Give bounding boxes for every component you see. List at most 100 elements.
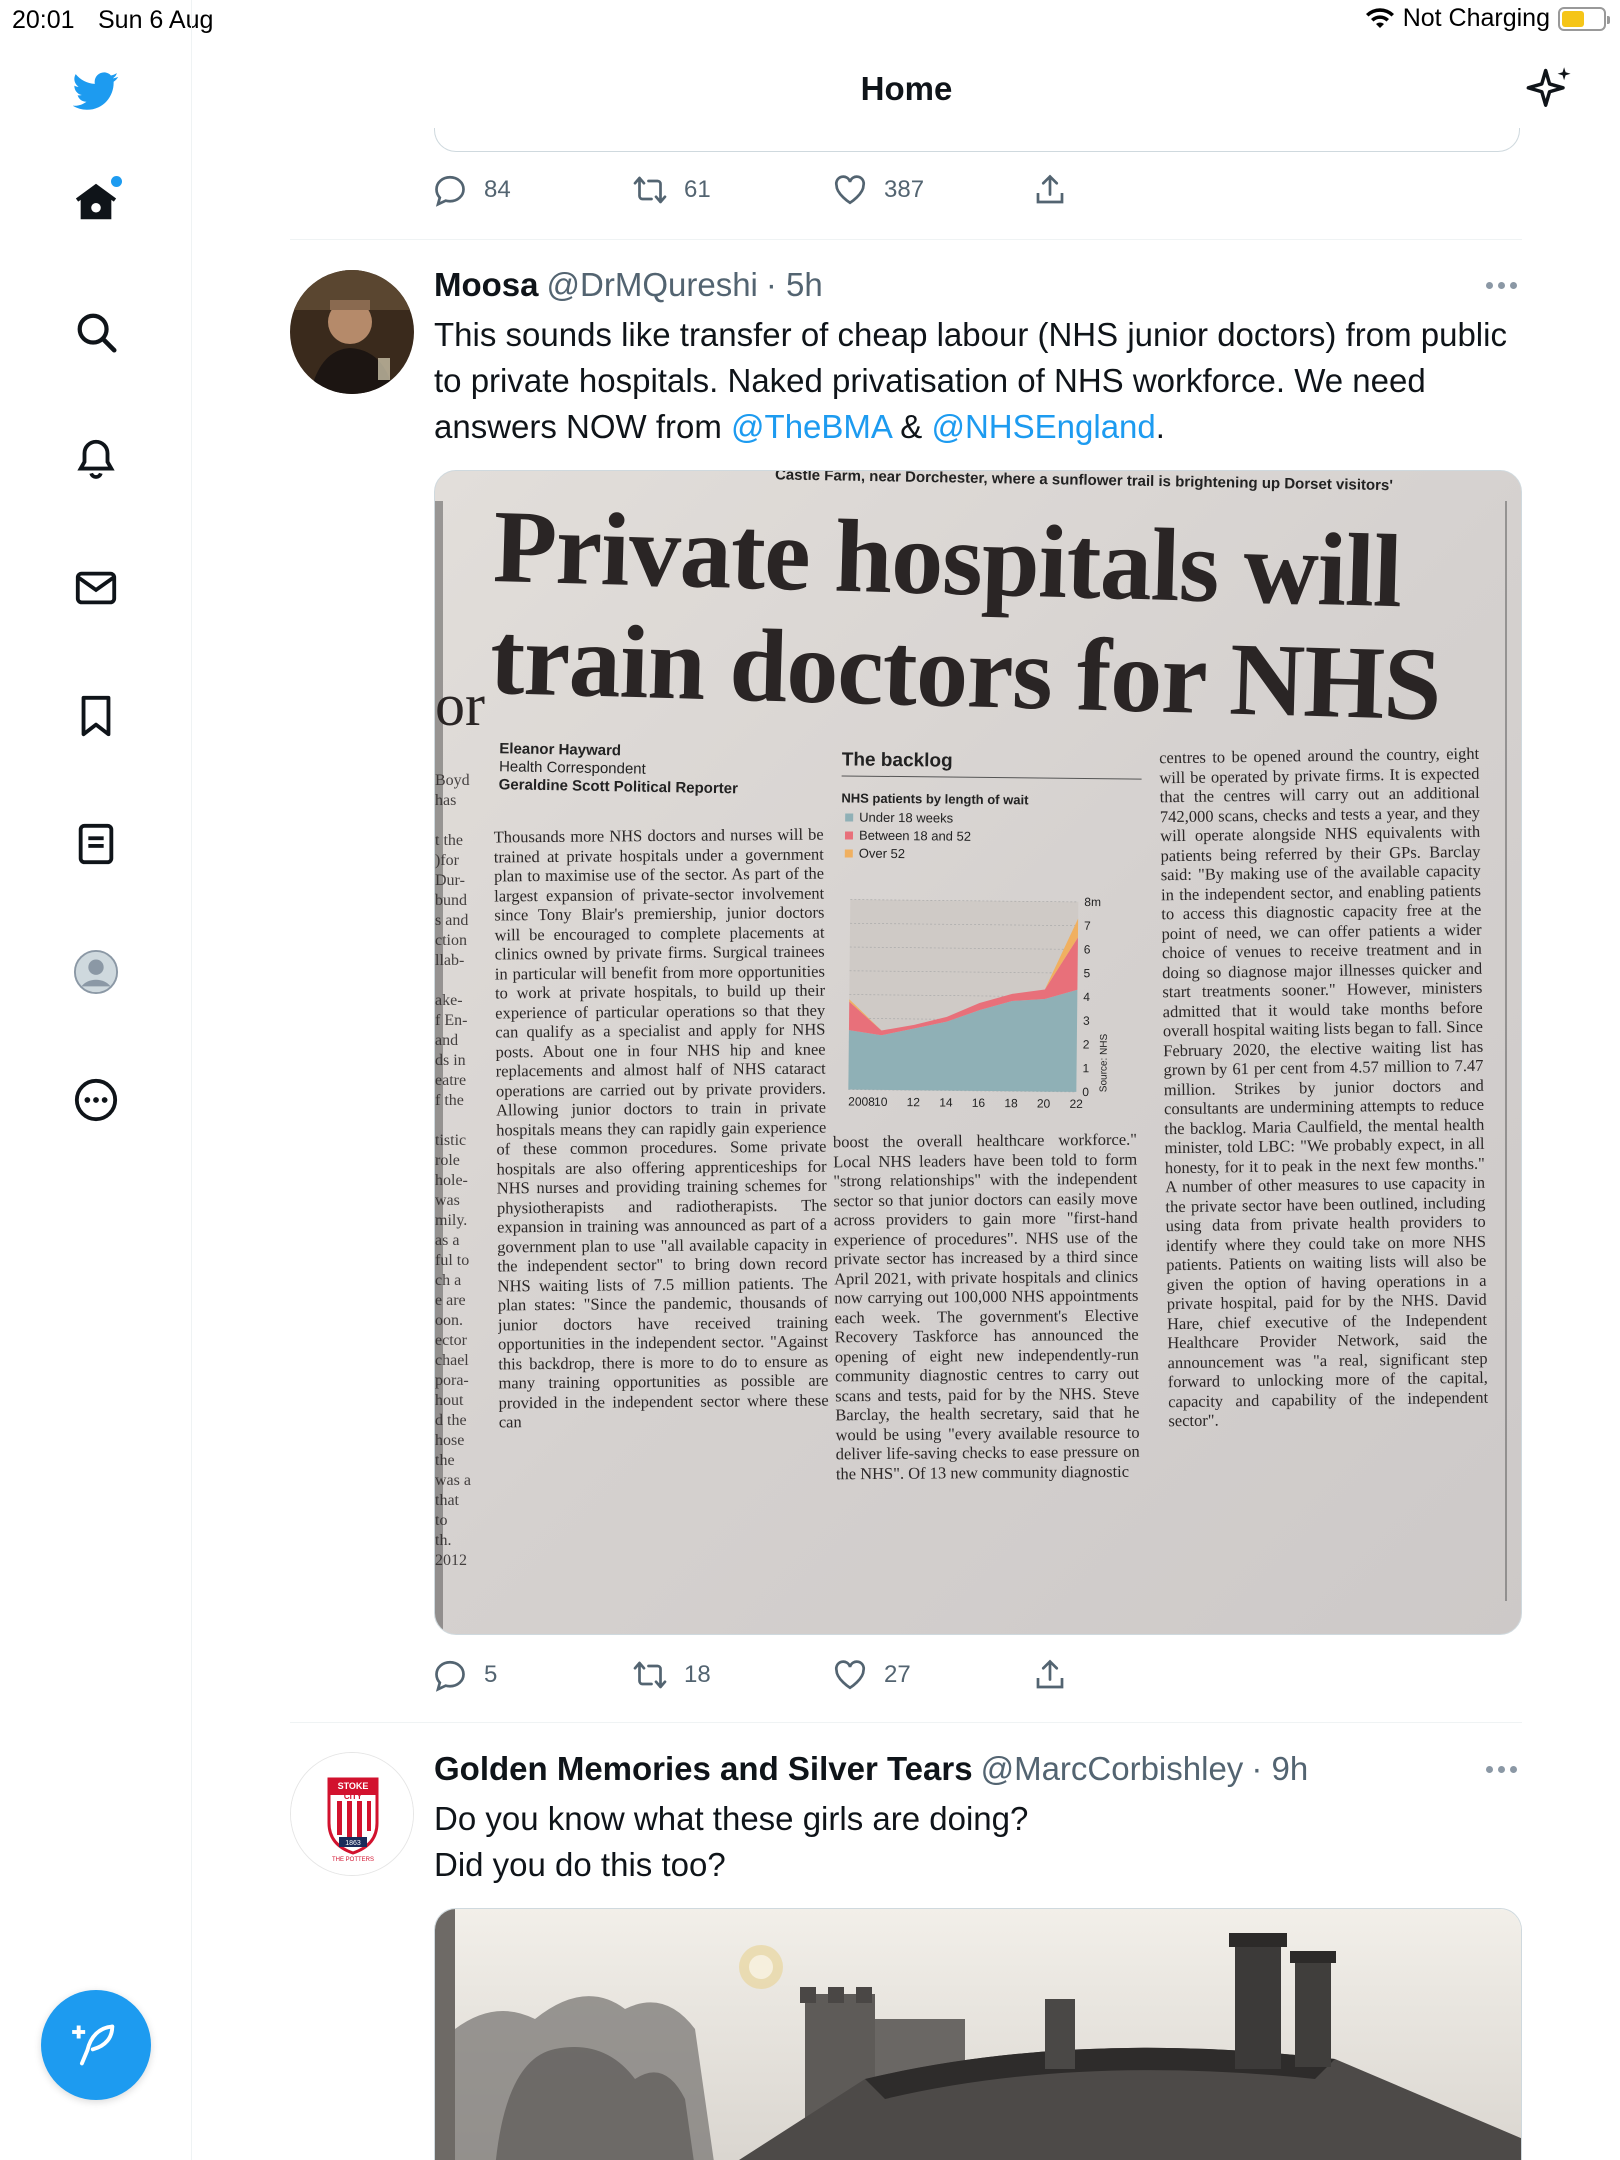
avatar[interactable]: STOKE CITY 1863 THE POTTERS	[290, 1752, 414, 1876]
legend-swatch	[844, 831, 854, 840]
crest-text-city: CITY	[344, 1792, 363, 1801]
notification-dot	[111, 176, 122, 187]
bell-icon	[77, 439, 115, 479]
reply-button[interactable]: 84	[432, 172, 632, 208]
mention-link[interactable]: @TheBMA	[731, 408, 891, 445]
nav-lists-button[interactable]	[60, 808, 132, 880]
tweet-text-part: .	[1155, 408, 1165, 445]
reply-count: 5	[484, 1661, 498, 1688]
battery-icon	[1558, 6, 1610, 31]
share-button[interactable]	[1032, 172, 1232, 208]
tweet-header: Moosa @DrMQureshi · 5h	[434, 266, 823, 304]
twitter-logo-icon[interactable]	[60, 55, 132, 127]
vintage-photo	[435, 1909, 1521, 2160]
author-handle[interactable]: @MarcCorbishley	[981, 1750, 1244, 1788]
crest-text-potters: THE POTTERS	[332, 1857, 374, 1863]
legend-swatch	[845, 813, 854, 822]
crest-text-stoke: STOKE	[338, 1781, 369, 1791]
legend-label: Between 18 and 52	[859, 828, 971, 844]
article-edge-column: Boyd has t the)for Dur-bund s and ction llab-a…	[435, 772, 471, 1569]
nav-messages-button[interactable]	[60, 552, 132, 624]
retweet-button[interactable]: 61	[632, 172, 832, 208]
legend-label: Over 52	[859, 846, 905, 861]
reply-icon	[435, 175, 465, 207]
tweet-media-image[interactable]	[434, 1908, 1522, 2160]
retweet-icon	[633, 176, 667, 204]
like-button[interactable]: 387	[832, 172, 1032, 208]
reply-button[interactable]: 5	[432, 1657, 632, 1693]
heart-icon	[834, 1660, 866, 1690]
prev-tweet-actions: 84 61 387	[432, 170, 1232, 210]
y-tick-label: 2	[1083, 1037, 1090, 1051]
chart-source: Source: NHS	[1098, 1033, 1110, 1092]
y-tick-label: 8m	[1084, 895, 1101, 909]
nav-bookmarks-button[interactable]	[60, 680, 132, 752]
tweet-media-image[interactable]: Castle Farm, near Dorchester, where a su…	[434, 470, 1522, 1635]
retweet-count: 18	[684, 1661, 711, 1688]
tweet-text-part: &	[891, 408, 932, 445]
backlog-chart: The backlog NHS patients by length of wa…	[838, 749, 1142, 1112]
author-name[interactable]: Golden Memories and Silver Tears	[434, 1750, 973, 1788]
tweet-divider	[290, 239, 1522, 240]
mention-link[interactable]: @NHSEngland	[931, 408, 1155, 445]
nav-notifications-button[interactable]	[60, 423, 132, 495]
more-circle-icon	[74, 1078, 118, 1122]
nav-home-button[interactable]	[60, 166, 132, 238]
stoke-city-crest-icon: STOKE CITY 1863 THE POTTERS	[291, 1753, 413, 1875]
chart-title: The backlog	[841, 749, 1142, 780]
x-tick-label: 10	[874, 1095, 888, 1109]
sparkle-icon[interactable]	[1524, 64, 1576, 116]
tweet-text-line: Do you know what these girls are doing?	[434, 1800, 1029, 1837]
x-tick-label: 12	[907, 1095, 921, 1109]
like-count: 27	[884, 1661, 911, 1688]
share-button[interactable]	[1032, 1657, 1232, 1693]
x-tick-label: 2008	[848, 1095, 875, 1109]
article-column-3: centres to be opened around the country,…	[1159, 743, 1489, 1431]
y-tick-label: 3	[1083, 1014, 1090, 1028]
byline: Eleanor Hayward Health Correspondent Ger…	[499, 740, 820, 800]
charging-status: Not Charging	[1402, 4, 1550, 32]
home-icon	[75, 183, 117, 220]
status-bar: 20:01 Sun 6 Aug Not Charging	[0, 0, 1620, 40]
avatar[interactable]	[290, 270, 414, 394]
heart-icon	[834, 175, 866, 205]
tweet-text-line: Did you do this too?	[434, 1846, 726, 1883]
like-count: 387	[884, 176, 925, 203]
tweet-header: Golden Memories and Silver Tears @MarcCo…	[434, 1750, 1308, 1788]
x-tick-label: 16	[972, 1096, 986, 1110]
retweet-button[interactable]: 18	[632, 1657, 832, 1693]
x-tick-label: 20	[1037, 1097, 1051, 1111]
avatar-photo	[290, 270, 414, 394]
tweet-text: This sounds like transfer of cheap labou…	[434, 312, 1524, 450]
profile-avatar-icon	[73, 949, 119, 995]
tweet-actions: 5 18 27	[432, 1655, 1232, 1695]
y-tick-label: 1	[1082, 1061, 1089, 1075]
tweet-divider	[290, 1722, 1522, 1723]
reply-count: 84	[484, 176, 511, 203]
nav-profile-button[interactable]	[60, 936, 132, 1008]
author-name[interactable]: Moosa	[434, 266, 539, 304]
y-tick-label: 0	[1082, 1085, 1089, 1099]
tweet-time[interactable]: · 9h	[1251, 1750, 1308, 1788]
crest-text-year: 1863	[345, 1840, 361, 1847]
bookmark-icon	[81, 695, 111, 737]
nav-more-button[interactable]	[60, 1064, 132, 1136]
tweet-text: Do you know what these girls are doing? …	[434, 1796, 1524, 1888]
author-handle[interactable]: @DrMQureshi	[547, 266, 758, 304]
tweet-more-button[interactable]	[1486, 1766, 1520, 1776]
article-column-2: boost the overall healthcare workforce."…	[832, 1129, 1140, 1483]
article-column-1: Thousands more NHS doctors and nurses wi…	[493, 824, 829, 1432]
reply-icon	[435, 1660, 465, 1692]
wifi-icon	[1365, 7, 1394, 28]
tweet-more-button[interactable]	[1486, 282, 1520, 292]
feather-plus-icon	[72, 2024, 115, 2066]
compose-tweet-button[interactable]	[41, 1990, 151, 2100]
tweet-time[interactable]: · 5h	[766, 266, 823, 304]
like-button[interactable]: 27	[832, 1657, 1032, 1693]
x-tick-label: 18	[1004, 1096, 1018, 1110]
newspaper-left-edge-text: or	[435, 672, 485, 738]
sidebar-nav	[0, 0, 192, 2160]
nav-search-button[interactable]	[60, 296, 132, 368]
share-icon	[1036, 1659, 1064, 1689]
y-tick-label: 6	[1084, 942, 1091, 956]
